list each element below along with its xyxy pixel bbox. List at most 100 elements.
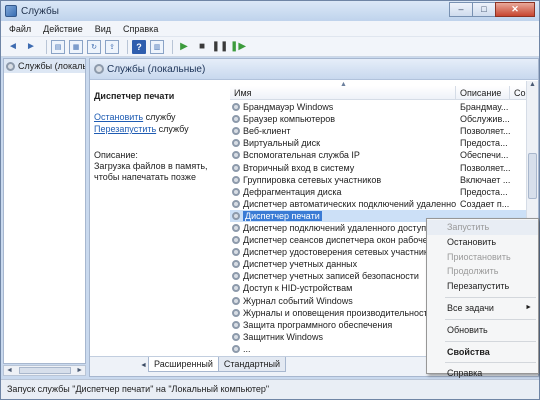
stop-link-suffix: службу	[143, 112, 176, 122]
service-name-cell: Диспетчер автоматических подключений уда…	[230, 199, 456, 209]
menu-separator	[445, 340, 536, 342]
menu-item-all-tasks[interactable]: Все задачи ►	[427, 301, 538, 316]
scroll-right-icon[interactable]: ►	[76, 367, 83, 374]
refresh-icon[interactable]: ↻	[87, 39, 101, 54]
service-name: Журналы и оповещения производительности	[243, 307, 433, 318]
services-window: Службы – □ ✕ Файл Действие Вид Справка ◄…	[0, 0, 540, 400]
service-gear-icon	[232, 332, 240, 341]
menu-separator	[445, 318, 536, 320]
service-gear-icon	[232, 308, 240, 317]
service-name-cell: Доступ к HID-устройствам	[230, 283, 456, 293]
menu-file[interactable]: Файл	[9, 24, 31, 34]
tab-standard[interactable]: Стандартный	[217, 357, 287, 372]
stop-service-link[interactable]: Остановить	[94, 112, 143, 122]
menu-action[interactable]: Действие	[43, 24, 83, 34]
table-row[interactable]: Брандмауэр Windows Брандмау...	[230, 101, 526, 113]
service-name-cell: Защита программного обеспечения	[230, 320, 456, 330]
back-arrow-icon[interactable]: ◄	[6, 40, 20, 54]
menu-item-resume[interactable]: Продолжить	[427, 264, 538, 279]
tree-item-label: Службы (локальны	[18, 61, 85, 71]
show-hide-action-pane-icon[interactable]: ▥	[150, 39, 164, 54]
service-name: Диспетчер учетных записей безопасности	[243, 271, 419, 282]
restart-service-link[interactable]: Перезапустить	[94, 124, 156, 134]
scroll-thumb[interactable]	[18, 367, 71, 374]
menu-item-stop[interactable]: Остановить	[427, 235, 538, 250]
title-bar[interactable]: Службы – □ ✕	[1, 1, 539, 21]
service-gear-icon	[232, 103, 240, 112]
restart-link-suffix: службу	[156, 124, 189, 134]
tree-horizontal-scrollbar[interactable]: ◄ ►	[3, 365, 86, 376]
menu-item-refresh[interactable]: Обновить	[427, 323, 538, 338]
restart-service-line: Перезапустить службу	[94, 124, 226, 134]
service-name: Веб-клиент	[243, 126, 291, 137]
minimize-button[interactable]: –	[449, 2, 473, 17]
services-app-icon	[5, 5, 17, 17]
service-description: Позволяет...	[460, 126, 511, 137]
close-button[interactable]: ✕	[495, 2, 535, 17]
column-header-state[interactable]: Со	[510, 86, 526, 99]
table-row[interactable]: Виртуальный диск Предоста...	[230, 137, 526, 149]
scroll-up-icon[interactable]: ▲	[527, 81, 538, 92]
service-gear-icon	[232, 115, 240, 124]
service-name-cell: Брандмауэр Windows	[230, 102, 456, 112]
main-pane-header: Службы (локальные)	[90, 59, 538, 80]
all-tasks-label: Все задачи	[447, 302, 494, 313]
service-name-cell: Виртуальный диск	[230, 138, 456, 148]
service-gear-icon	[232, 163, 240, 172]
service-gear-icon	[232, 260, 240, 269]
description-text: Загрузка файлов в память, чтобы напечата…	[94, 161, 208, 182]
service-description: Обеспечи...	[460, 150, 509, 161]
menu-item-help[interactable]: Справка	[427, 366, 538, 381]
forward-arrow-icon[interactable]: ►	[24, 40, 38, 54]
menu-item-start[interactable]: Запустить	[427, 220, 538, 235]
menu-item-properties[interactable]: Свойства	[427, 345, 538, 360]
service-name: Дефрагментация диска	[243, 186, 342, 197]
column-header-description[interactable]: Описание	[456, 86, 510, 99]
tab-extended[interactable]: Расширенный	[148, 357, 219, 372]
menu-help[interactable]: Справка	[123, 24, 158, 34]
pause-service-icon[interactable]: ❚❚	[212, 40, 229, 54]
toolbar-separator	[127, 39, 128, 54]
service-name: Защита программного обеспечения	[243, 319, 393, 330]
service-name-cell: Группировка сетевых участников	[230, 175, 456, 185]
tab-scroll-left-icon[interactable]: ◄	[140, 362, 147, 369]
table-row[interactable]: Вспомогательная служба IP Обеспечи...	[230, 149, 526, 161]
extended-detail-panel: Диспетчер печати Остановить службу Перез…	[90, 81, 230, 356]
console-tree-icon[interactable]: ▤	[51, 39, 65, 54]
menu-view[interactable]: Вид	[95, 24, 111, 34]
service-name: Защитник Windows	[243, 331, 323, 342]
services-gear-icon	[6, 61, 15, 71]
service-gear-icon	[232, 175, 240, 184]
table-row[interactable]: Браузер компьютеров Обслужив...	[230, 113, 526, 125]
restart-service-icon[interactable]: ❚▶	[230, 40, 246, 54]
scroll-left-icon[interactable]: ◄	[6, 367, 13, 374]
scroll-thumb[interactable]	[528, 153, 537, 199]
menu-item-pause[interactable]: Приостановить	[427, 250, 538, 265]
menu-item-restart[interactable]: Перезапустить	[427, 279, 538, 294]
service-gear-icon	[232, 284, 240, 293]
service-gear-icon	[232, 236, 240, 245]
table-row[interactable]: Диспетчер автоматических подключений уда…	[230, 198, 526, 210]
column-header-name[interactable]: Имя	[230, 86, 456, 99]
service-name-cell: Защитник Windows	[230, 332, 456, 342]
menu-separator	[445, 362, 536, 364]
stop-service-line: Остановить службу	[94, 112, 226, 122]
service-gear-icon	[232, 187, 240, 196]
service-gear-icon	[232, 320, 240, 329]
tree-item-local-services[interactable]: Службы (локальны	[4, 59, 85, 73]
maximize-button[interactable]: □	[472, 2, 496, 17]
stop-service-icon[interactable]: ■	[195, 40, 209, 54]
table-row[interactable]: Группировка сетевых участников Включает .…	[230, 174, 526, 186]
table-row[interactable]: Веб-клиент Позволяет...	[230, 125, 526, 137]
service-name-cell: Диспетчер сеансов диспетчера окон рабоче…	[230, 235, 456, 245]
export-list-icon[interactable]: ⇪	[105, 39, 119, 54]
start-service-icon[interactable]: ▶	[177, 40, 191, 54]
properties-sheet-icon[interactable]: ▦	[69, 39, 83, 54]
help-icon[interactable]: ?	[132, 39, 146, 54]
table-row[interactable]: Дефрагментация диска Предоста...	[230, 186, 526, 198]
main-pane-title: Службы (локальные)	[107, 63, 206, 75]
service-name: Журнал событий Windows	[243, 295, 353, 306]
service-gear-icon	[232, 211, 240, 220]
table-row[interactable]: Вторичный вход в систему Позволяет...	[230, 161, 526, 173]
service-name: Диспетчер автоматических подключений уда…	[243, 198, 456, 209]
